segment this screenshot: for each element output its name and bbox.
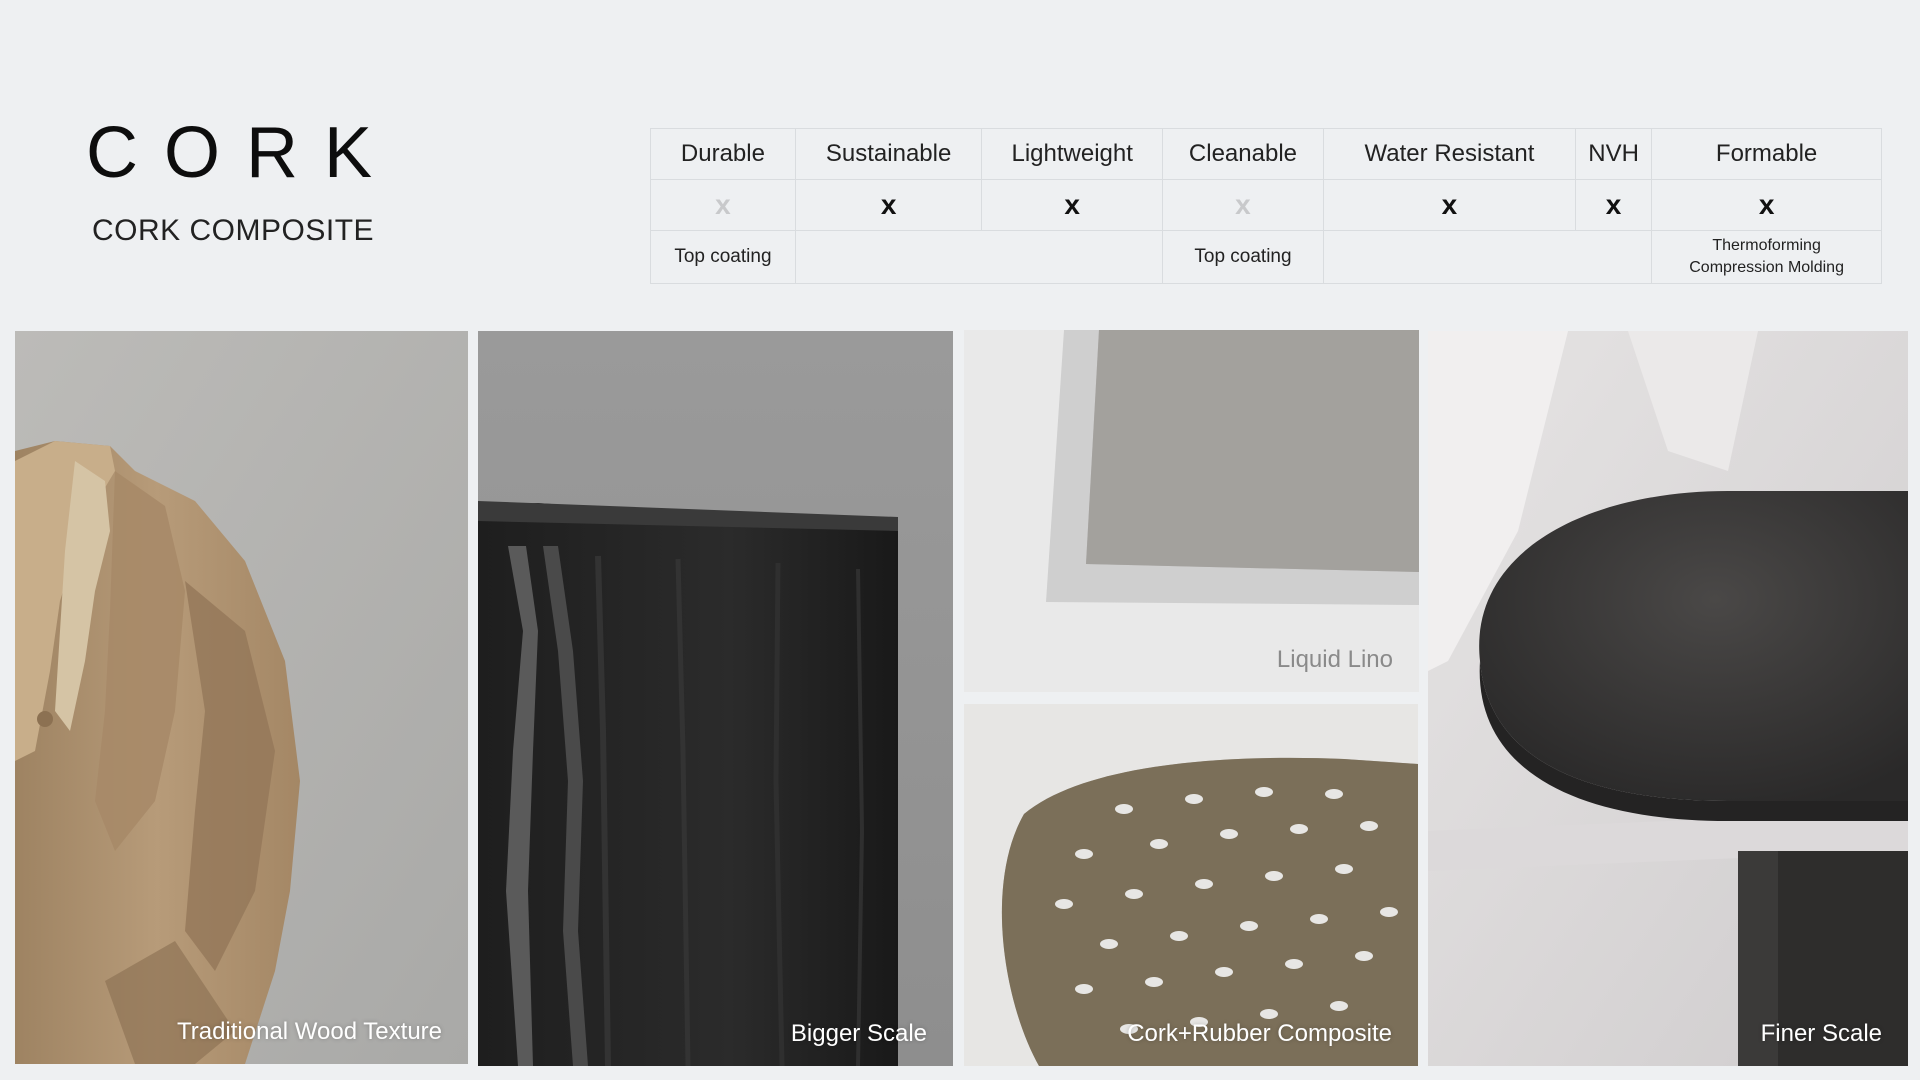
mark-formable: x [1651,179,1882,231]
column-nvh: NVH [1574,128,1653,180]
properties-marks-row: x x x x x x x [650,179,1882,231]
note-empty-2 [1322,230,1653,284]
mark-lightweight: x [981,179,1163,231]
mark-durable: x [650,179,796,231]
page-title: CORK [86,113,399,193]
note-formable-line1: Thermoforming [1712,237,1821,254]
note-formable-line2: Compression Molding [1689,259,1844,276]
column-formable: Formable [1651,128,1882,180]
caption-cork-rubber-composite: Cork+Rubber Composite [1127,1020,1392,1047]
note-formable: Thermoforming Compression Molding [1651,230,1882,284]
column-durable: Durable [650,128,796,180]
photo-liquid-lino: Liquid Lino [964,330,1419,692]
column-water-resistant: Water Resistant [1322,128,1576,180]
caption-finer-scale: Finer Scale [1760,1020,1882,1047]
column-cleanable: Cleanable [1162,128,1324,180]
caption-bigger-scale: Bigger Scale [790,1020,927,1047]
page-subtitle: CORK COMPOSITE [92,214,375,247]
photo-dark-cork-block: Bigger Scale [478,331,953,1066]
column-lightweight: Lightweight [981,128,1163,180]
column-sustainable: Sustainable [794,128,983,180]
photo-cork-rubber-composite: Cork+Rubber Composite [964,704,1418,1066]
properties-notes-row: Top coating Top coating Thermoforming Com… [650,230,1882,284]
note-durable: Top coating [650,230,796,284]
mark-sustainable: x [794,179,983,231]
note-empty-1 [794,230,1164,284]
mark-cleanable: x [1162,179,1324,231]
caption-liquid-lino: Liquid Lino [1276,646,1393,673]
properties-header-row: Durable Sustainable Lightweight Cleanabl… [650,128,1882,180]
caption-traditional-wood-texture: Traditional Wood Texture [176,1018,442,1045]
mark-water-resistant: x [1322,179,1576,231]
photo-cork-jacket: Traditional Wood Texture [15,331,468,1064]
mark-nvh: x [1574,179,1653,231]
note-cleanable: Top coating [1162,230,1324,284]
photo-dark-cork-table: Finer Scale [1428,331,1908,1066]
properties-table: Durable Sustainable Lightweight Cleanabl… [650,128,1882,284]
